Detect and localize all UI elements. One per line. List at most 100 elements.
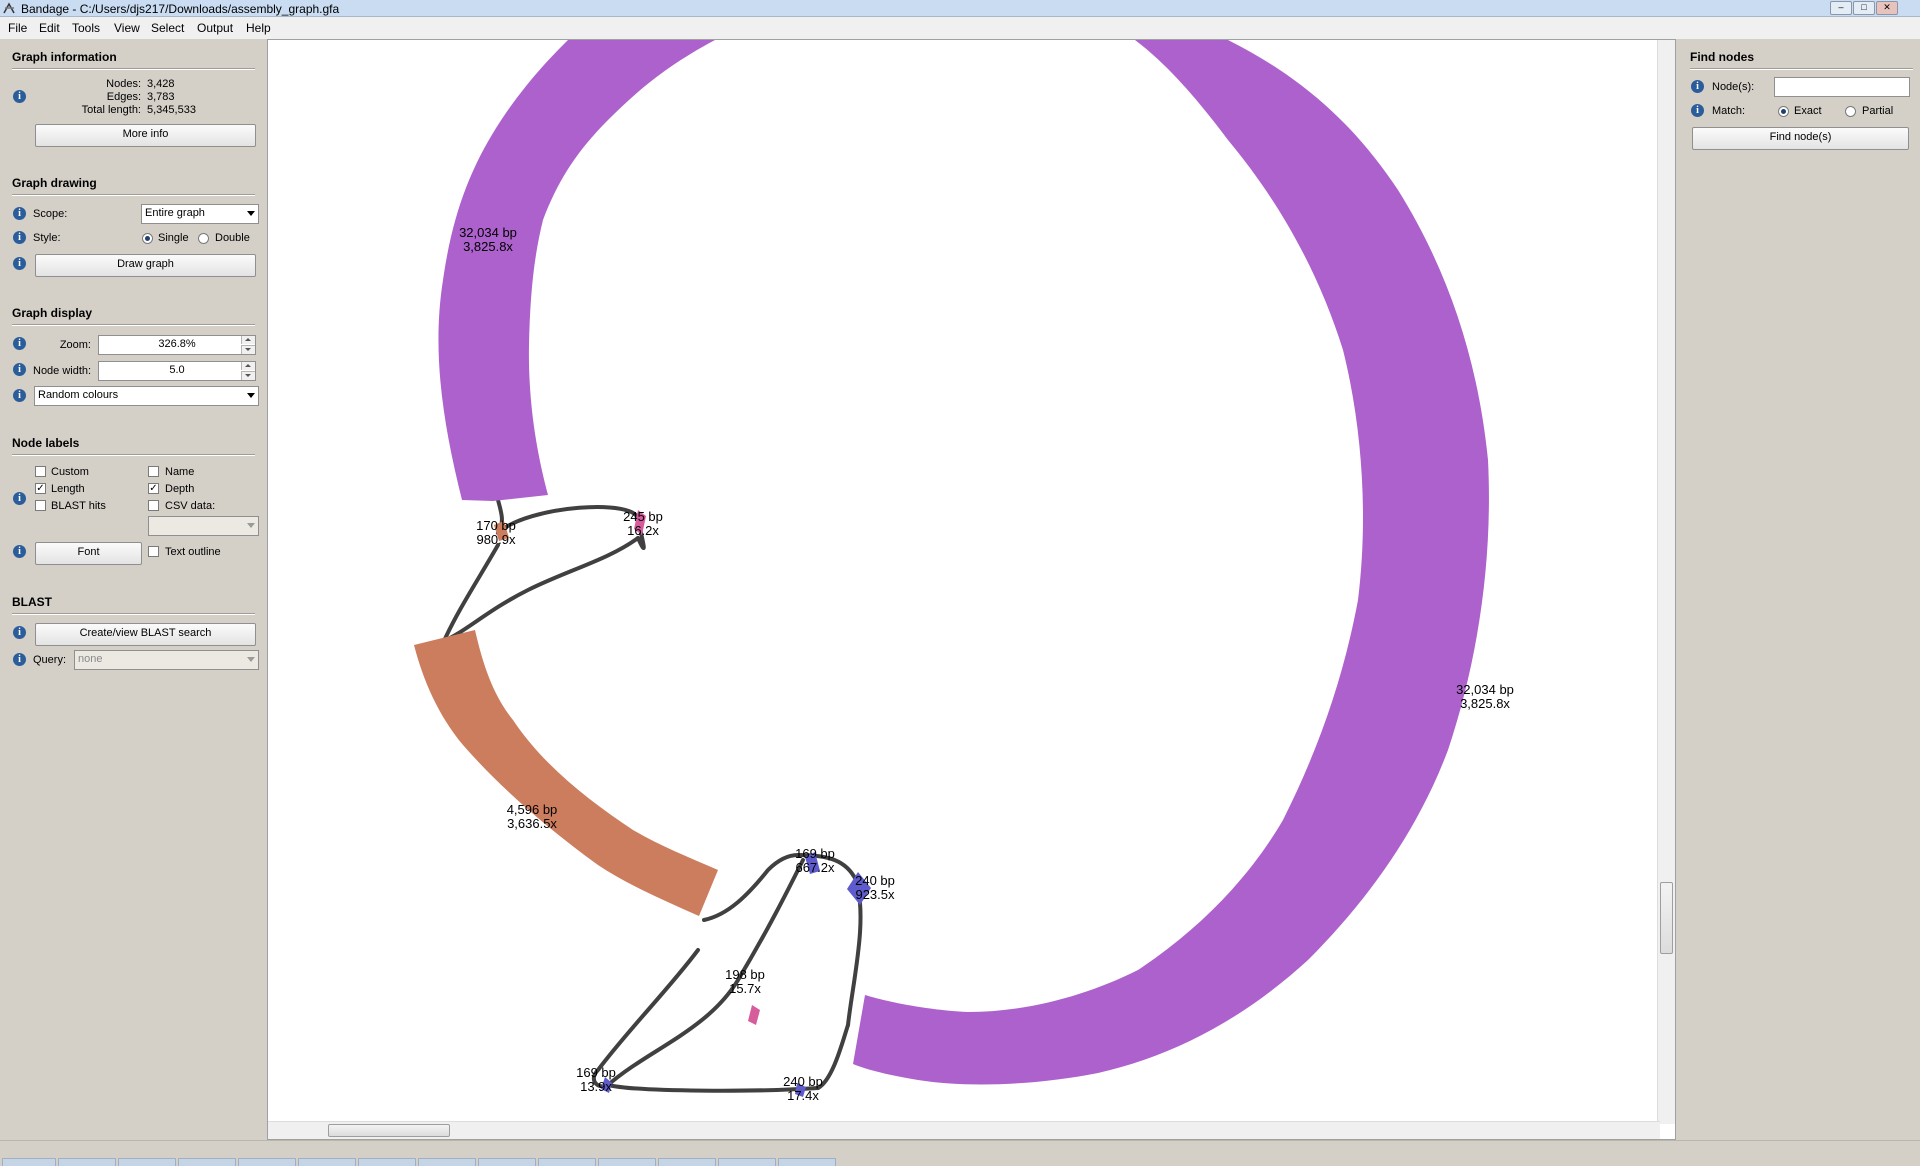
divider <box>12 68 255 70</box>
zoom-spinbox[interactable]: 326.8% <box>98 335 256 355</box>
csv-data-checkbox[interactable] <box>148 500 159 511</box>
spin-down-icon[interactable] <box>241 345 255 354</box>
query-dropdown[interactable]: none <box>74 650 259 670</box>
blast-hits-checkbox[interactable] <box>35 500 46 511</box>
title-bar: Bandage - C:/Users/djs217/Downloads/asse… <box>0 0 1920 17</box>
graph-edge <box>496 505 646 550</box>
taskbar-button[interactable] <box>538 1158 596 1166</box>
style-single-label: Single <box>158 232 189 244</box>
csv-data-dropdown[interactable] <box>148 516 259 536</box>
graph-canvas[interactable]: 32,034 bp 3,825.8x 32,034 bp 3,825.8x 170 … <box>267 39 1676 1140</box>
info-icon[interactable]: i <box>13 389 26 402</box>
scope-dropdown[interactable]: Entire graph <box>141 204 259 224</box>
divider <box>12 324 255 326</box>
font-button[interactable]: Font <box>35 542 142 565</box>
horizontal-scroll-thumb[interactable] <box>328 1124 450 1137</box>
vertical-scrollbar[interactable] <box>1657 40 1675 1124</box>
depth-checkbox[interactable]: ✓ <box>148 483 159 494</box>
custom-checkbox[interactable] <box>35 466 46 477</box>
taskbar-button[interactable] <box>418 1158 476 1166</box>
info-icon[interactable]: i <box>13 492 26 505</box>
zoom-label: Zoom: <box>59 339 91 351</box>
total-length-label: Total length: <box>81 104 141 116</box>
divider <box>12 194 255 196</box>
match-exact-radio[interactable] <box>1778 106 1789 117</box>
menu-output[interactable]: Output <box>197 21 233 35</box>
taskbar-button[interactable] <box>2 1158 56 1166</box>
menu-file[interactable]: File <box>8 21 27 35</box>
custom-label: Custom <box>51 466 89 478</box>
draw-graph-button[interactable]: Draw graph <box>35 254 256 277</box>
more-info-button[interactable]: More info <box>35 124 256 147</box>
style-double-radio[interactable] <box>198 233 209 244</box>
info-icon[interactable]: i <box>1691 80 1704 93</box>
chevron-down-icon <box>247 523 255 528</box>
colour-scheme-dropdown[interactable]: Random colours <box>34 386 259 406</box>
taskbar-button[interactable] <box>118 1158 176 1166</box>
info-icon[interactable]: i <box>13 231 26 244</box>
menu-edit[interactable]: Edit <box>39 21 60 35</box>
info-icon[interactable]: i <box>13 545 26 558</box>
csv-data-label: CSV data: <box>165 500 216 512</box>
maximize-icon[interactable]: □ <box>1853 1 1875 15</box>
length-checkbox[interactable]: ✓ <box>35 483 46 494</box>
taskbar-button[interactable] <box>178 1158 236 1166</box>
info-icon[interactable]: i <box>13 257 26 270</box>
info-icon[interactable]: i <box>1691 104 1704 117</box>
assembly-graph[interactable]: 32,034 bp 3,825.8x 32,034 bp 3,825.8x 170 … <box>268 40 1660 1124</box>
nodes-label: Nodes: <box>106 78 141 90</box>
menu-view[interactable]: View <box>114 21 140 35</box>
vertical-scroll-thumb[interactable] <box>1660 882 1673 954</box>
graph-information-title: Graph information <box>12 50 117 64</box>
taskbar-button[interactable] <box>358 1158 416 1166</box>
taskbar-button[interactable] <box>658 1158 716 1166</box>
name-checkbox[interactable] <box>148 466 159 477</box>
blast-hits-label: BLAST hits <box>51 500 106 512</box>
menu-tools[interactable]: Tools <box>72 21 100 35</box>
node-width-value: 5.0 <box>169 364 185 376</box>
graph-node[interactable] <box>414 630 718 916</box>
match-label: Match: <box>1712 105 1746 117</box>
taskbar-button[interactable] <box>238 1158 296 1166</box>
blast-search-button[interactable]: Create/view BLAST search <box>35 623 256 646</box>
node-label: 170 bp 980.9x <box>476 518 516 547</box>
info-icon[interactable]: i <box>13 337 26 350</box>
taskbar-button[interactable] <box>478 1158 536 1166</box>
info-icon[interactable]: i <box>13 653 26 666</box>
taskbar-button[interactable] <box>718 1158 776 1166</box>
node-width-spinbox[interactable]: 5.0 <box>98 361 256 381</box>
spin-up-icon[interactable] <box>241 362 255 370</box>
close-icon[interactable]: ✕ <box>1876 1 1898 15</box>
taskbar-button[interactable] <box>298 1158 356 1166</box>
style-single-radio[interactable] <box>142 233 153 244</box>
match-partial-radio[interactable] <box>1845 106 1856 117</box>
node-label: 245 bp 16.2x <box>623 509 663 538</box>
find-nodes-input[interactable] <box>1774 77 1910 97</box>
info-icon[interactable]: i <box>13 363 26 376</box>
find-nodes-button[interactable]: Find node(s) <box>1692 127 1909 150</box>
match-partial-label: Partial <box>1862 105 1894 117</box>
info-icon[interactable]: i <box>13 90 26 103</box>
menu-help[interactable]: Help <box>246 21 271 35</box>
minimize-icon[interactable]: – <box>1830 1 1852 15</box>
graph-node[interactable] <box>748 1005 760 1025</box>
spin-up-icon[interactable] <box>241 336 255 344</box>
info-icon[interactable]: i <box>13 207 26 220</box>
style-label: Style: <box>33 232 61 244</box>
edges-label: Edges: <box>106 91 141 103</box>
node-label: 32,034 bp 3,825.8x <box>1456 682 1514 711</box>
info-icon[interactable]: i <box>13 626 26 639</box>
spin-down-icon[interactable] <box>241 371 255 380</box>
graph-node[interactable] <box>853 40 1489 1085</box>
taskbar-button[interactable] <box>58 1158 116 1166</box>
graph-node[interactable] <box>438 40 715 501</box>
depth-label: Depth <box>165 483 195 495</box>
taskbar-button[interactable] <box>778 1158 836 1166</box>
text-outline-checkbox[interactable] <box>148 546 159 557</box>
taskbar-button[interactable] <box>598 1158 656 1166</box>
menu-select[interactable]: Select <box>151 21 184 35</box>
node-label: 32,034 bp 3,825.8x <box>459 225 517 254</box>
length-label: Length <box>51 483 85 495</box>
horizontal-scrollbar[interactable] <box>268 1121 1660 1139</box>
find-nodes-label: Node(s): <box>1712 81 1755 93</box>
